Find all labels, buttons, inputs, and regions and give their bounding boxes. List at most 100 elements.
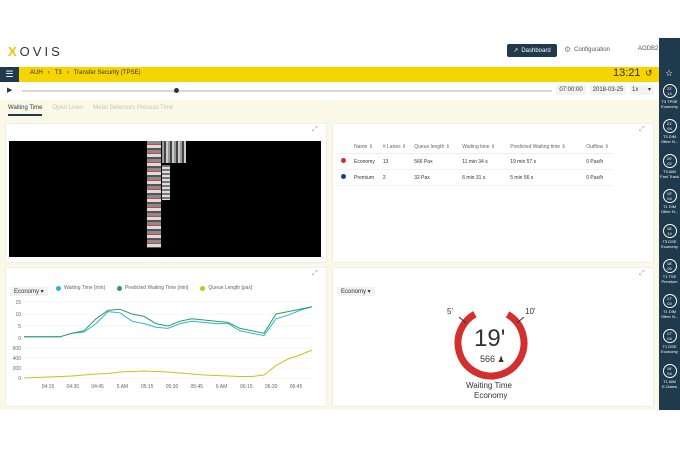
timeline-slider[interactable] <box>22 90 552 92</box>
series-line <box>24 306 313 338</box>
badge-count: 04 <box>667 126 672 131</box>
badge-count: 14 <box>667 231 672 236</box>
widget-sublabel: E-Gates <box>662 384 677 389</box>
x-tick-label: 04:30 <box>67 384 80 390</box>
sidebar-queue-widget[interactable]: 22' 14 T3 TPSE Economy <box>659 84 680 109</box>
table-header <box>337 141 350 154</box>
sidebar-queue-widget[interactable]: 20' 02 T3 AIM Fast Track <box>659 154 680 179</box>
configuration-button[interactable]: ⚙ Configuration <box>564 45 610 54</box>
breadcrumb-auh[interactable]: AUH <box>30 70 43 76</box>
tab-open-lines[interactable]: Open Lines <box>52 105 83 116</box>
category-select[interactable]: Economy ▾ <box>10 287 48 296</box>
series-line <box>23 349 313 379</box>
badge-count: 04 <box>667 196 672 201</box>
table-header[interactable]: # Lanes ⇕ <box>378 141 411 154</box>
widget-sublabel: Other N... <box>660 139 679 144</box>
tab-bar: Waiting Time Open Lines Metal Detectors … <box>8 105 173 116</box>
cell-queue: 566 Pax <box>410 153 459 170</box>
y-tick-label: 10 <box>15 312 21 318</box>
table-header[interactable]: Outflow ⇕ <box>582 141 613 154</box>
x-tick-label: 04:45 <box>91 384 104 390</box>
widget-sublabel: Other N... <box>660 314 679 319</box>
y-tick-label: 200 <box>13 366 22 372</box>
x-tick-label: 06:45 <box>290 384 303 390</box>
cell-outflow: 0 Pax/h <box>582 153 613 170</box>
star-icon[interactable]: ☆ <box>665 68 673 79</box>
cell-outflow: 0 Pax/h <box>582 169 613 186</box>
gauge-caption: Waiting Time <box>466 381 512 390</box>
gauge-value: 19' <box>474 325 506 352</box>
x-tick-label: 06:15 <box>240 384 253 390</box>
gauge-label-low: 5' <box>447 307 453 316</box>
table-header[interactable]: Queue length ⇕ <box>410 141 459 154</box>
top-bar <box>0 38 659 68</box>
sidebar-queue-widget[interactable]: 18' 05 T1 TSE Premium <box>659 259 680 284</box>
cell-lanes: 2 <box>378 169 411 186</box>
history-icon[interactable]: ↺ <box>645 68 653 79</box>
table-row[interactable]: Economy 13 566 Pax 11 min 34 s 19 min 57… <box>337 153 613 170</box>
sidebar-queue-widget[interactable]: 19' 04 T1 DIM Other N... <box>659 189 680 214</box>
time-input[interactable]: 07:00:00 <box>556 85 586 95</box>
breadcrumb-tpse[interactable]: Transfer Security (TPSE) <box>74 70 141 76</box>
speed-select[interactable]: 1x ▾ <box>630 85 654 95</box>
camera-strip <box>147 141 161 248</box>
legend-item[interactable]: Queue Length [pax] <box>200 285 252 291</box>
expand-icon[interactable]: ⤢ <box>639 126 645 134</box>
table-header[interactable]: Predicted Waiting time ⇕ <box>506 141 583 154</box>
tree-menu-icon[interactable]: ☰ <box>0 67 19 82</box>
gauge-category-select[interactable]: Economy ▾ <box>337 287 375 296</box>
widget-sublabel: Economy <box>661 349 678 354</box>
cell-pred: 19 min 57 s <box>506 153 583 170</box>
table-row[interactable]: Premium 2 32 Pax 6 min 31 s 5 min 56 s 0… <box>337 169 613 186</box>
badge-count: 02 <box>667 161 672 166</box>
page-footer-space <box>0 410 680 450</box>
tab-waiting-time[interactable]: Waiting Time <box>8 105 43 116</box>
legend-item[interactable]: Predicted Waiting Time [min] <box>116 285 188 291</box>
legend-item[interactable]: Waiting Time [min] <box>56 285 105 291</box>
sidebar-queue-widget[interactable]: 17' 04 T1 DSE Economy <box>659 329 680 354</box>
table-header[interactable]: Waiting time ⇕ <box>458 141 507 154</box>
tab-metal-detectors[interactable]: Metal Detectors Process Time <box>93 105 173 116</box>
expand-icon[interactable]: ⤢ <box>312 126 318 134</box>
sidebar-queue-widget[interactable]: 16' 04 T1 AIM E-Gates <box>659 364 680 389</box>
queue-badge: 16' 04 <box>662 364 677 378</box>
badge-count: 03 <box>667 301 672 306</box>
caret-down-icon: ▾ <box>647 87 651 93</box>
user-name[interactable]: AODB2 <box>638 46 658 52</box>
queue-badge: 18' 14 <box>662 224 677 238</box>
logo-text: OVIS <box>19 44 63 59</box>
badge-count: 04 <box>667 336 672 341</box>
table-header[interactable]: Name ⇕ <box>350 141 379 154</box>
sidebar-queue-widget[interactable]: 17' 03 T1 DIM Other N... <box>659 294 680 319</box>
queue-badge: 20' 02 <box>662 154 677 168</box>
gear-icon: ⚙ <box>564 45 572 54</box>
gauge-pax: 566 ♟ <box>480 354 505 364</box>
queue-badge: 17' 03 <box>662 294 677 308</box>
queue-badge: 19' 04 <box>662 189 677 203</box>
dashboard-button[interactable]: ↗ Dashboard <box>507 44 557 57</box>
sidebar-queue-widget[interactable]: 18' 14 T3 DSE Economy <box>659 224 680 249</box>
x-tick-label: 6 AM <box>216 384 227 390</box>
clock: 13:21 <box>613 67 641 79</box>
sidebar-queue-widget[interactable]: 21' 04 T3 DIM Other N... <box>659 119 680 144</box>
waiting-time-chart: 15 10 5 0 600 400 200 0 04:15 04:30 04:45 5 AM 05:15… <box>13 300 313 390</box>
cell-name: Premium <box>350 169 379 186</box>
breadcrumb-t3[interactable]: T3 <box>55 70 62 76</box>
speed-value: 1x <box>632 87 639 93</box>
expand-icon[interactable]: ⤢ <box>312 270 318 278</box>
badge-count: 04 <box>667 371 672 376</box>
person-icon: ♟ <box>497 355 505 364</box>
timeline-handle[interactable] <box>174 88 179 93</box>
cell-pred: 5 min 56 s <box>506 169 583 186</box>
expand-icon[interactable]: ⤢ <box>639 270 645 278</box>
status-dot <box>341 158 346 163</box>
play-icon[interactable]: ▶ <box>7 86 12 94</box>
y-tick-label: 400 <box>13 356 22 362</box>
x-tick-label: 05:15 <box>141 384 154 390</box>
y-tick-label: 600 <box>13 346 22 352</box>
date-input[interactable]: 2018-03-25 <box>590 85 626 95</box>
cell-lanes: 13 <box>378 153 411 170</box>
cell-queue: 32 Pax <box>410 169 459 186</box>
series-line <box>24 306 313 338</box>
queue-badge: 22' 14 <box>662 84 677 98</box>
